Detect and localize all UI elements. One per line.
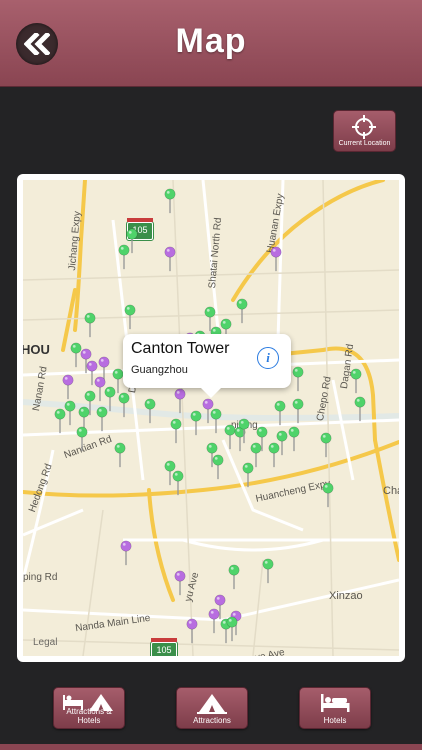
map-pin-icon[interactable]: [61, 374, 75, 400]
bed-icon: [321, 694, 350, 712]
map-pin-icon[interactable]: [291, 398, 305, 424]
current-location-button[interactable]: Current Location: [333, 110, 396, 152]
crosshair-icon: [352, 115, 376, 139]
page-title: Map: [175, 22, 247, 60]
map-pin-icon[interactable]: [273, 400, 287, 426]
map-pin-icon[interactable]: [201, 398, 215, 424]
map-pin-icon[interactable]: [53, 408, 67, 434]
map-pin-icon[interactable]: [237, 418, 251, 444]
map-pin-icon[interactable]: [75, 426, 89, 452]
label-hou: HOU: [23, 342, 50, 357]
map-pin-icon[interactable]: [353, 396, 367, 422]
map-view[interactable]: Jichang Expy Shatai North Rd Huanan Expy…: [23, 180, 399, 656]
legal-link[interactable]: Legal: [33, 637, 57, 648]
callout-title: Canton Tower: [131, 340, 230, 357]
map-pin-icon[interactable]: [225, 616, 239, 642]
tab-label: Hotels: [323, 716, 347, 725]
map-pin-icon[interactable]: [227, 564, 241, 590]
current-location-label: Current Location: [338, 140, 391, 147]
map-pin-icon[interactable]: [241, 462, 255, 488]
route-105-shield-bottom: 105: [151, 638, 177, 656]
info-icon[interactable]: i: [257, 347, 279, 369]
tab-label: Attractions & Hotels: [66, 707, 112, 725]
map-pin-icon[interactable]: [267, 442, 281, 468]
callout-subtitle: Guangzhou: [131, 364, 188, 376]
map-pin-icon[interactable]: [163, 188, 177, 214]
map-pin-icon[interactable]: [143, 398, 157, 424]
map-pin-icon[interactable]: [83, 312, 97, 338]
label-ping-rd: ping Rd: [23, 572, 58, 583]
map-pin-icon[interactable]: [171, 470, 185, 496]
label-xinzao: Xinzao: [329, 590, 363, 602]
map-pin-icon[interactable]: [123, 304, 137, 330]
tab-attractions[interactable]: Attractions: [176, 687, 248, 729]
map-pin-icon[interactable]: [319, 432, 333, 458]
map-pin-icon[interactable]: [95, 406, 109, 432]
map-pin-icon[interactable]: [173, 570, 187, 596]
map-frame: Jichang Expy Shatai North Rd Huanan Expy…: [17, 174, 405, 662]
map-pin-icon[interactable]: [269, 246, 283, 272]
map-pin-icon[interactable]: [119, 540, 133, 566]
map-pin-icon[interactable]: [321, 482, 335, 508]
map-pin-icon[interactable]: [291, 366, 305, 392]
map-pin-icon[interactable]: [173, 388, 187, 414]
tab-label: Attractions: [193, 716, 231, 725]
bottom-accent-bar: [0, 744, 422, 750]
label-cha: Cha: [383, 485, 399, 497]
map-pin-icon[interactable]: [185, 618, 199, 644]
map-pin-icon[interactable]: [349, 368, 363, 394]
tent-icon: [197, 694, 227, 714]
map-pin-icon[interactable]: [169, 418, 183, 444]
map-pin-icon[interactable]: [261, 558, 275, 584]
map-pin-icon[interactable]: [287, 426, 301, 452]
map-pin-icon[interactable]: [163, 246, 177, 272]
map-pin-icon[interactable]: [235, 298, 249, 324]
map-pin-icon[interactable]: [117, 392, 131, 418]
tab-hotels[interactable]: Hotels: [299, 687, 371, 729]
map-pin-icon[interactable]: [117, 244, 131, 270]
map-callout[interactable]: Canton Tower Guangzhou i: [123, 334, 291, 398]
tab-attractions-hotels[interactable]: Attractions & Hotels: [53, 687, 125, 729]
header-bar: Map: [0, 0, 422, 87]
map-pin-icon[interactable]: [211, 454, 225, 480]
map-pin-icon[interactable]: [113, 442, 127, 468]
